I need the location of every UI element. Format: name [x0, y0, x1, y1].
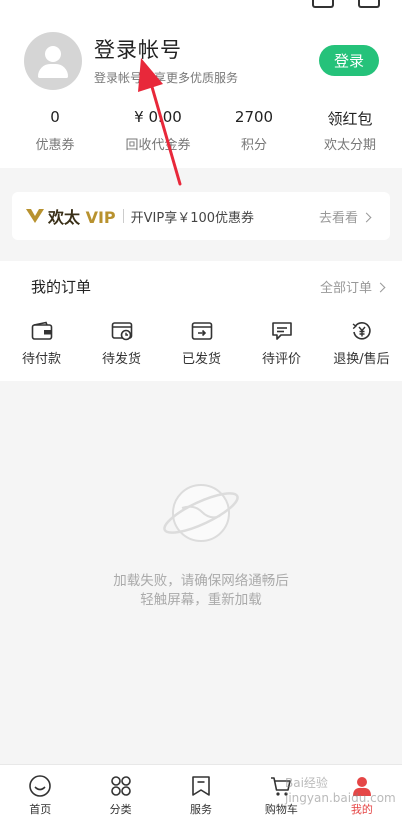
stat-label: 回收代金券 [125, 138, 191, 153]
order-pending-payment[interactable]: 待付款 [3, 321, 80, 367]
profile-header: 登录帐号 登录帐号畅享更多优质服务 登录 0 优惠券 ¥ 0.00 回收代金券 … [0, 0, 402, 168]
refund-icon [352, 322, 371, 340]
avatar-head-shape [45, 46, 61, 62]
tab-category[interactable]: 分类 [80, 765, 160, 823]
shipped-box-icon [191, 322, 212, 340]
stat-installment[interactable]: 领红包 欢太分期 [302, 108, 398, 153]
divider [122, 209, 124, 223]
avatar[interactable] [24, 32, 82, 90]
avatar-body-shape [38, 64, 68, 78]
stat-label: 积分 [240, 138, 267, 153]
stat-value: 0 [50, 108, 60, 126]
order-item-label: 待付款 [21, 352, 61, 367]
vip-v-icon [26, 208, 44, 224]
stat-points[interactable]: 2700 积分 [206, 108, 302, 153]
planet-icon [163, 484, 239, 542]
stat-value: ¥ 0.00 [134, 108, 182, 126]
vip-more-label: 去看看 [318, 210, 358, 226]
comment-icon [271, 322, 292, 340]
order-item-label: 待评价 [261, 352, 301, 367]
login-subtitle: 登录帐号畅享更多优质服务 [94, 71, 239, 85]
vip-logo: 欢太 VIP [26, 204, 116, 228]
tab-label: 分类 [109, 803, 132, 816]
orders-section: 我的订单 全部订单 待付款 待发货 已发货 待评价 退换/售后 [0, 261, 402, 381]
load-error-line1: 加载失败，请确保网络通畅后 [113, 573, 289, 589]
load-error-area[interactable]: 加载失败，请确保网络通畅后 轻触屏幕，重新加载 [0, 382, 402, 762]
tab-service[interactable]: 服务 [161, 765, 241, 823]
orders-title: 我的订单 [31, 278, 92, 296]
vip-brand-a: 欢太 [48, 208, 81, 227]
stat-label: 欢太分期 [323, 138, 376, 153]
home-icon [29, 775, 52, 797]
order-status-row: 待付款 待发货 已发货 待评价 退换/售后 [0, 321, 402, 367]
order-item-label: 已发货 [181, 352, 221, 367]
load-error-line2: 轻触屏幕，重新加载 [140, 592, 262, 608]
message-icon[interactable] [312, 0, 334, 8]
stats-row: 0 优惠券 ¥ 0.00 回收代金券 2700 积分 领红包 欢太分期 [0, 108, 402, 153]
all-orders-label: 全部订单 [319, 281, 372, 296]
order-pending-shipment[interactable]: 待发货 [83, 321, 160, 367]
stat-value: 领红包 [327, 110, 373, 128]
chevron-right-icon [375, 282, 386, 293]
stat-value: 2700 [234, 108, 274, 126]
order-pending-review[interactable]: 待评价 [243, 321, 320, 367]
box-clock-icon [111, 322, 132, 341]
watermark: Bai经验 jingyan.baidu.com [285, 776, 396, 805]
vip-brand-b: VIP [85, 208, 116, 227]
stat-label: 优惠券 [35, 138, 75, 153]
order-item-label: 退换/售后 [333, 352, 390, 367]
login-button[interactable]: 登录 [319, 45, 379, 76]
chevron-right-icon [361, 212, 372, 222]
tab-home[interactable]: 首页 [0, 765, 80, 823]
order-shipped[interactable]: 已发货 [163, 321, 240, 367]
service-icon [192, 776, 210, 796]
category-icon [110, 776, 131, 796]
stat-recycle-voucher[interactable]: ¥ 0.00 回收代金券 [110, 108, 206, 153]
vip-offer-text: 开VIP享￥100优惠券 [130, 210, 255, 226]
vip-brand: 欢太 VIP [48, 204, 116, 228]
tab-label: 服务 [190, 803, 213, 816]
all-orders-link[interactable]: 全部订单 [319, 277, 386, 296]
settings-icon[interactable] [358, 0, 380, 8]
stat-coupons[interactable]: 0 优惠券 [0, 108, 110, 153]
wallet-icon [31, 321, 52, 340]
order-refund-aftersale[interactable]: 退换/售后 [323, 321, 400, 367]
login-title[interactable]: 登录帐号 [94, 34, 182, 64]
top-icons [312, 0, 380, 8]
vip-more-link[interactable]: 去看看 [318, 207, 372, 226]
vip-banner[interactable]: 欢太 VIP 开VIP享￥100优惠券 去看看 [12, 192, 390, 240]
order-item-label: 待发货 [101, 352, 141, 367]
tab-label: 首页 [29, 803, 52, 816]
